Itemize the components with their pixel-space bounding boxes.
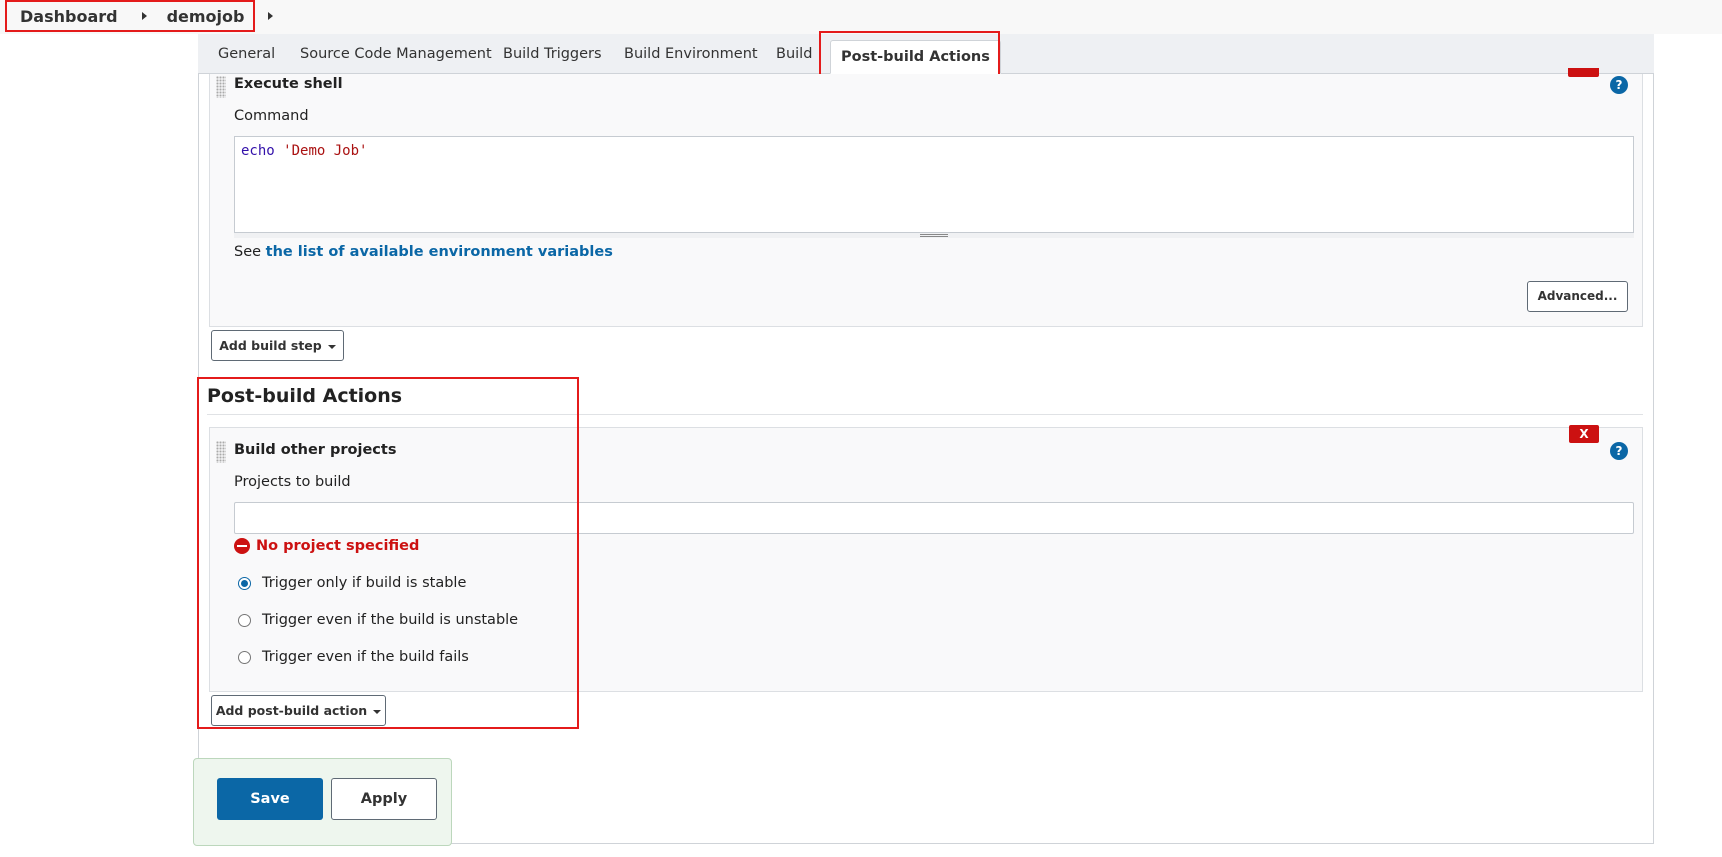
breadcrumb: Dashboard demojob: [5, 0, 274, 32]
add-post-build-action-button[interactable]: Add post-build action: [211, 695, 386, 726]
editor-resize-handle[interactable]: [234, 232, 1634, 238]
caret-down-icon: [373, 709, 382, 714]
command-string: 'Demo Job': [283, 143, 368, 159]
trigger-option-label: Trigger even if the build is unstable: [262, 612, 519, 628]
command-keyword: echo: [241, 143, 275, 159]
trigger-option-fails[interactable]: Trigger even if the build fails: [238, 649, 469, 665]
tab-build[interactable]: Build: [776, 34, 812, 74]
drag-handle-icon[interactable]: [216, 76, 226, 98]
chevron-right-icon[interactable]: [141, 12, 147, 20]
trigger-option-label: Trigger only if build is stable: [262, 575, 467, 591]
add-build-step-button[interactable]: Add build step: [211, 330, 344, 361]
post-build-section-title: Post-build Actions: [207, 385, 403, 407]
breadcrumb-demojob[interactable]: demojob: [167, 7, 245, 26]
tab-build-environment[interactable]: Build Environment: [624, 34, 758, 74]
help-icon[interactable]: ?: [1610, 442, 1628, 460]
tab-bar: General Source Code Management Build Tri…: [198, 34, 1654, 74]
grip-icon: [920, 234, 948, 237]
error-icon: [234, 538, 250, 554]
radio-button[interactable]: [238, 650, 251, 664]
chevron-right-icon[interactable]: [268, 12, 274, 20]
projects-to-build-label: Projects to build: [234, 474, 351, 490]
delete-step-button[interactable]: [1568, 68, 1599, 77]
save-button[interactable]: Save: [217, 778, 323, 820]
drag-handle-icon[interactable]: [216, 441, 226, 463]
trigger-option-unstable[interactable]: Trigger even if the build is unstable: [238, 612, 518, 628]
trigger-option-label: Trigger even if the build fails: [262, 649, 469, 665]
trigger-option-stable[interactable]: Trigger only if build is stable: [238, 575, 466, 591]
help-icon[interactable]: ?: [1610, 76, 1628, 94]
env-prefix: See: [234, 244, 266, 260]
add-post-build-action-label: Add post-build action: [215, 703, 368, 718]
projects-to-build-input[interactable]: [234, 502, 1634, 534]
tab-general[interactable]: General: [218, 34, 275, 74]
section-divider: [207, 414, 1643, 415]
apply-button[interactable]: Apply: [331, 778, 437, 820]
command-editor[interactable]: echo 'Demo Job': [234, 136, 1634, 238]
tab-source-code-management[interactable]: Source Code Management: [300, 34, 492, 74]
caret-down-icon: [327, 344, 336, 349]
env-variables-line: See the list of available environment va…: [234, 244, 613, 260]
post-build-step-title: Build other projects: [234, 442, 397, 458]
validation-error: No project specified: [234, 538, 419, 554]
error-text: No project specified: [256, 538, 420, 554]
add-build-step-label: Add build step: [219, 338, 322, 353]
tab-post-build-actions[interactable]: Post-build Actions: [830, 40, 1001, 74]
env-variables-link[interactable]: the list of available environment variab…: [266, 244, 613, 260]
breadcrumb-bar: [0, 0, 1722, 34]
radio-button[interactable]: [238, 613, 251, 627]
tab-build-triggers[interactable]: Build Triggers: [503, 34, 602, 74]
command-label: Command: [234, 108, 309, 124]
build-step-title: Execute shell: [234, 76, 343, 92]
radio-button-selected[interactable]: [238, 576, 251, 590]
advanced-button[interactable]: Advanced...: [1527, 281, 1628, 312]
breadcrumb-dashboard[interactable]: Dashboard: [20, 7, 118, 26]
delete-post-build-button[interactable]: X: [1569, 425, 1599, 443]
